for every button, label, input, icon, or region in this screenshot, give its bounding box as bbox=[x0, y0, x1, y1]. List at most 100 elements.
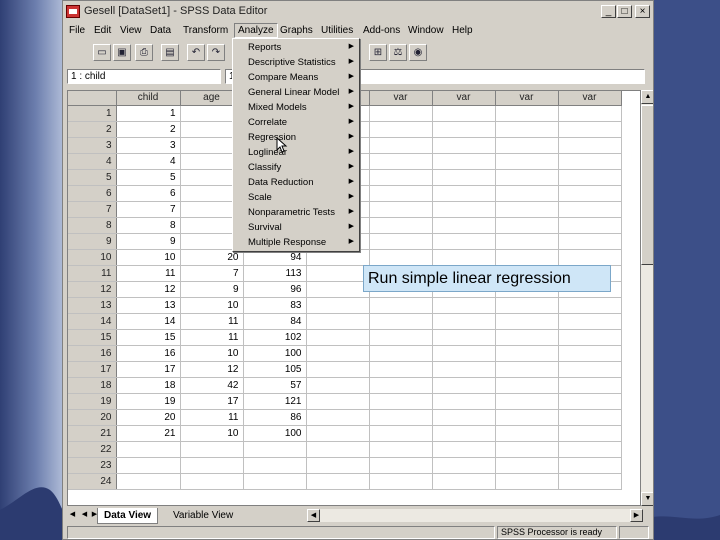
cell-child[interactable]: 1 bbox=[116, 105, 181, 122]
menu-item-data-reduction[interactable]: Data Reduction ▶ bbox=[233, 176, 359, 191]
menu-graphs[interactable]: Graphs bbox=[277, 24, 316, 37]
minimize-button[interactable]: _ bbox=[601, 5, 616, 18]
cell-empty[interactable] bbox=[432, 457, 496, 474]
row-number[interactable]: 18 bbox=[68, 377, 117, 394]
cell-score[interactable]: 102 bbox=[243, 329, 307, 346]
cell-empty[interactable] bbox=[432, 217, 496, 234]
cell-empty[interactable] bbox=[432, 393, 496, 410]
cell-empty[interactable] bbox=[432, 297, 496, 314]
weight-cases-icon[interactable]: ⚖ bbox=[389, 44, 407, 61]
cell-empty[interactable] bbox=[369, 169, 433, 186]
cell-empty[interactable] bbox=[495, 169, 559, 186]
row-number[interactable]: 9 bbox=[68, 233, 117, 250]
cell-empty[interactable] bbox=[369, 121, 433, 138]
cell-score[interactable]: 84 bbox=[243, 313, 307, 330]
cell-empty[interactable] bbox=[558, 361, 622, 378]
column-header[interactable]: var bbox=[369, 91, 433, 106]
cell-empty[interactable] bbox=[495, 137, 559, 154]
row-number[interactable]: 23 bbox=[68, 457, 117, 474]
cell-empty[interactable] bbox=[495, 393, 559, 410]
row-number[interactable]: 8 bbox=[68, 217, 117, 234]
cell-score[interactable]: 96 bbox=[243, 281, 307, 298]
cell-score[interactable]: 86 bbox=[243, 409, 307, 426]
scroll-thumb[interactable] bbox=[641, 105, 653, 265]
column-header[interactable]: var bbox=[558, 91, 622, 106]
cell-empty[interactable] bbox=[495, 377, 559, 394]
cell-empty[interactable] bbox=[495, 361, 559, 378]
cell-empty[interactable] bbox=[369, 345, 433, 362]
cell-empty[interactable] bbox=[306, 361, 370, 378]
menu-item-compare-means[interactable]: Compare Means ▶ bbox=[233, 71, 359, 86]
cell-empty[interactable] bbox=[369, 297, 433, 314]
menu-item-mixed-models[interactable]: Mixed Models ▶ bbox=[233, 101, 359, 116]
cell-empty[interactable] bbox=[432, 105, 496, 122]
cell-empty[interactable] bbox=[432, 409, 496, 426]
cell-child[interactable] bbox=[116, 473, 181, 490]
menu-item-multiple-response[interactable]: Multiple Response ▶ bbox=[233, 236, 359, 251]
corner-cell[interactable] bbox=[68, 91, 117, 106]
cell-child[interactable]: 7 bbox=[116, 201, 181, 218]
cell-empty[interactable] bbox=[558, 329, 622, 346]
menu-item-nonparametric-tests[interactable]: Nonparametric Tests ▶ bbox=[233, 206, 359, 221]
cell-child[interactable] bbox=[116, 457, 181, 474]
close-button[interactable]: × bbox=[635, 5, 650, 18]
cell-child[interactable]: 8 bbox=[116, 217, 181, 234]
cell-age[interactable]: 11 bbox=[180, 329, 244, 346]
row-number[interactable]: 11 bbox=[68, 265, 117, 282]
cell-empty[interactable] bbox=[369, 137, 433, 154]
cell-empty[interactable] bbox=[495, 329, 559, 346]
cell-score[interactable] bbox=[243, 441, 307, 458]
cell-empty[interactable] bbox=[432, 377, 496, 394]
cell-empty[interactable] bbox=[558, 217, 622, 234]
cell-empty[interactable] bbox=[432, 169, 496, 186]
cell-empty[interactable] bbox=[369, 361, 433, 378]
cell-empty[interactable] bbox=[369, 457, 433, 474]
cell-child[interactable] bbox=[116, 441, 181, 458]
cell-child[interactable]: 5 bbox=[116, 169, 181, 186]
cell-empty[interactable] bbox=[558, 169, 622, 186]
cell-empty[interactable] bbox=[495, 297, 559, 314]
split-file-icon[interactable]: ⊞ bbox=[369, 44, 387, 61]
cell-age[interactable]: 11 bbox=[180, 409, 244, 426]
cell-empty[interactable] bbox=[306, 281, 370, 298]
row-number[interactable]: 1 bbox=[68, 105, 117, 122]
select-cases-icon[interactable]: ◉ bbox=[409, 44, 427, 61]
redo-icon[interactable]: ↷ bbox=[207, 44, 225, 61]
row-number[interactable]: 20 bbox=[68, 409, 117, 426]
row-number[interactable]: 4 bbox=[68, 153, 117, 170]
cell-empty[interactable] bbox=[369, 393, 433, 410]
cell-empty[interactable] bbox=[369, 201, 433, 218]
tab-variable-view[interactable]: Variable View bbox=[167, 508, 239, 523]
cell-empty[interactable] bbox=[558, 137, 622, 154]
cell-empty[interactable] bbox=[432, 473, 496, 490]
cell-empty[interactable] bbox=[306, 313, 370, 330]
cell-empty[interactable] bbox=[306, 345, 370, 362]
row-number[interactable]: 21 bbox=[68, 425, 117, 442]
cell-empty[interactable] bbox=[306, 473, 370, 490]
cell-child[interactable]: 18 bbox=[116, 377, 181, 394]
cell-empty[interactable] bbox=[558, 345, 622, 362]
cell-age[interactable] bbox=[180, 473, 244, 490]
cell-child[interactable]: 2 bbox=[116, 121, 181, 138]
cell-empty[interactable] bbox=[558, 153, 622, 170]
cell-empty[interactable] bbox=[558, 201, 622, 218]
cell-empty[interactable] bbox=[306, 441, 370, 458]
row-number[interactable]: 16 bbox=[68, 345, 117, 362]
cell-empty[interactable] bbox=[495, 473, 559, 490]
open-icon[interactable]: ▭ bbox=[93, 44, 111, 61]
row-number[interactable]: 3 bbox=[68, 137, 117, 154]
menu-add-ons[interactable]: Add-ons bbox=[360, 24, 403, 37]
cell-age[interactable]: 12 bbox=[180, 361, 244, 378]
cell-child[interactable]: 20 bbox=[116, 409, 181, 426]
row-number[interactable]: 6 bbox=[68, 185, 117, 202]
row-number[interactable]: 7 bbox=[68, 201, 117, 218]
cell-empty[interactable] bbox=[432, 441, 496, 458]
row-number[interactable]: 14 bbox=[68, 313, 117, 330]
cell-empty[interactable] bbox=[306, 457, 370, 474]
cell-empty[interactable] bbox=[306, 393, 370, 410]
tab-first-icon[interactable]: ◀ bbox=[67, 509, 78, 521]
menu-utilities[interactable]: Utilities bbox=[318, 24, 356, 37]
cell-empty[interactable] bbox=[369, 441, 433, 458]
row-number[interactable]: 22 bbox=[68, 441, 117, 458]
cell-child[interactable]: 10 bbox=[116, 249, 181, 266]
